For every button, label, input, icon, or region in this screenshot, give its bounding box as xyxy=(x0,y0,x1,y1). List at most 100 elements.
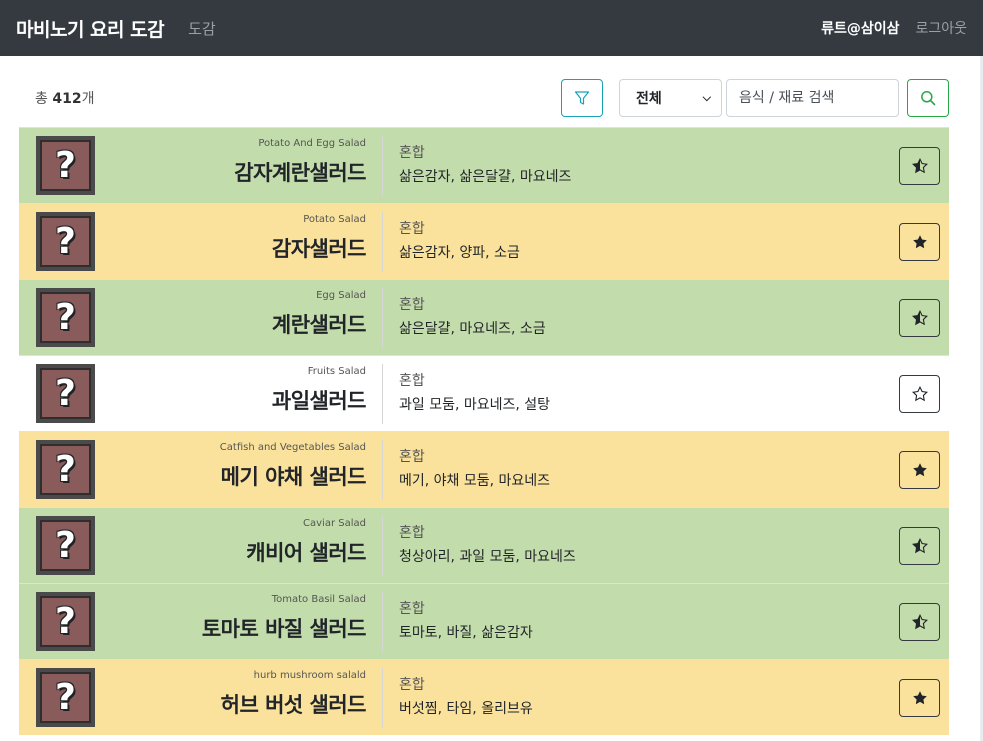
recipe-name-ko[interactable]: 감자샐러드 xyxy=(119,233,367,263)
recipe-thumbnail: ? xyxy=(36,364,95,423)
recipe-names: hurb mushroom salald 허브 버섯 샐러드 xyxy=(119,670,367,719)
question-mark-icon: ? xyxy=(40,520,91,571)
favorite-button[interactable] xyxy=(899,527,940,565)
recipe-names: Potato Salad 감자샐러드 xyxy=(119,214,367,263)
recipe-ingredients: 삶은달걀, 마요네즈, 소금 xyxy=(399,321,546,337)
recipe-category: 혼합 xyxy=(399,373,425,389)
star-outline-icon xyxy=(911,386,928,402)
recipe-name-en: Potato And Egg Salad xyxy=(258,138,366,149)
recipe-names: Potato And Egg Salad 감자계란샐러드 xyxy=(119,138,366,187)
search-button[interactable] xyxy=(907,79,949,117)
favorite-button[interactable] xyxy=(899,451,940,489)
recipe-name-ko[interactable]: 계란샐러드 xyxy=(119,309,367,339)
recipe-row[interactable]: ? Fruits Salad 과일샐러드 혼합과일 모둠, 마요네즈, 설탕 xyxy=(19,355,949,431)
star-filled-icon xyxy=(912,234,928,250)
recipe-name-en: Caviar Salad xyxy=(303,518,366,529)
question-mark-icon: ? xyxy=(40,596,91,647)
recipe-names: Tomato Basil Salad 토마토 바질 샐러드 xyxy=(119,594,367,643)
top-navbar: 마비노기 요리 도감 도감 류트@삼이삼 로그아웃 xyxy=(0,0,983,56)
recipe-ingredients: 토마토, 바질, 삶은감자 xyxy=(399,625,533,641)
recipe-ingredients: 청상아리, 과일 모둠, 마요네즈 xyxy=(399,549,576,565)
row-divider xyxy=(382,136,383,196)
recipe-thumbnail: ? xyxy=(36,212,95,271)
recipe-thumbnail: ? xyxy=(36,668,95,727)
recipe-ingredients: 과일 모둠, 마요네즈, 설탕 xyxy=(399,397,551,413)
recipe-row[interactable]: ? Potato And Egg Salad 감자계란샐러드 혼합삶은감자, 삶은달걀… xyxy=(19,127,949,203)
recipe-thumbnail: ? xyxy=(36,136,95,195)
recipe-names: Catfish and Vegetables Salad 메기 야채 샐러드 xyxy=(119,442,367,491)
recipe-name-en: Tomato Basil Salad xyxy=(271,594,366,605)
filter-button[interactable] xyxy=(561,79,603,117)
recipe-thumbnail: ? xyxy=(36,516,95,575)
favorite-button[interactable] xyxy=(899,679,940,717)
row-divider xyxy=(382,212,383,272)
recipe-ingredients: 버섯찜, 타임, 올리브유 xyxy=(399,701,533,717)
recipe-name-en: hurb mushroom salald xyxy=(253,670,366,681)
star-filled-icon xyxy=(912,690,928,706)
recipe-row[interactable]: ? Caviar Salad 캐비어 샐러드 혼합청상아리, 과일 모둠, 마요네즈 xyxy=(19,507,949,583)
question-mark-icon: ? xyxy=(40,672,91,723)
search-input[interactable] xyxy=(726,79,899,117)
recipe-category: 혼합 xyxy=(399,525,425,541)
favorite-button[interactable] xyxy=(899,223,940,261)
favorite-button[interactable] xyxy=(899,147,940,185)
recipe-name-en: Potato Salad xyxy=(303,214,366,225)
recipe-name-en: Catfish and Vegetables Salad xyxy=(219,442,366,453)
star-half-icon xyxy=(911,158,928,174)
recipe-thumbnail: ? xyxy=(36,592,95,651)
total-count-label: 총 412개 xyxy=(35,88,94,108)
recipe-names: Egg Salad 계란샐러드 xyxy=(119,290,367,339)
logout-link[interactable]: 로그아웃 xyxy=(915,18,967,38)
recipe-thumbnail: ? xyxy=(36,288,95,347)
row-divider xyxy=(382,288,383,348)
question-mark-icon: ? xyxy=(40,368,91,419)
recipe-category: 혼합 xyxy=(399,601,425,617)
row-divider xyxy=(382,440,383,500)
favorite-button[interactable] xyxy=(899,603,940,641)
star-half-icon xyxy=(911,614,928,630)
recipe-list: ? Potato And Egg Salad 감자계란샐러드 혼합 삶은감자, 삶은달걀… xyxy=(19,127,949,735)
star-half-icon xyxy=(911,310,928,326)
filter-icon xyxy=(574,91,590,105)
category-select[interactable]: 전체 ⌵ xyxy=(619,79,722,117)
star-filled-icon xyxy=(912,462,928,478)
row-divider xyxy=(382,516,383,576)
recipe-name-ko[interactable]: 과일샐러드 xyxy=(119,385,367,415)
recipe-names: Fruits Salad 과일샐러드 xyxy=(119,366,367,415)
recipe-row[interactable]: ? Catfish and Vegetables Salad 메기 야채 샐러드 혼합… xyxy=(19,431,949,507)
recipe-name-ko[interactable]: 캐비어 샐러드 xyxy=(119,537,366,567)
star-half-icon xyxy=(911,538,928,554)
recipe-row[interactable]: ? hurb mushroom salald 허브 버섯 샐러드 혼합버섯찜, 타임,… xyxy=(19,659,949,735)
recipe-name-ko[interactable]: 허브 버섯 샐러드 xyxy=(119,689,367,719)
favorite-button[interactable] xyxy=(899,375,940,413)
recipe-category: 혼합 xyxy=(399,449,425,465)
recipe-category: 혼합 xyxy=(399,145,425,161)
brand-title[interactable]: 마비노기 요리 도감 xyxy=(16,15,165,42)
favorite-button[interactable] xyxy=(899,299,940,337)
question-mark-icon: ? xyxy=(40,140,91,191)
user-name[interactable]: 류트@삼이삼 xyxy=(821,18,899,38)
search-icon xyxy=(921,91,936,106)
recipe-category: 혼합 xyxy=(399,677,425,693)
question-mark-icon: ? xyxy=(40,292,91,343)
recipe-ingredients: 삶은감자, 양파, 소금 xyxy=(399,245,520,261)
row-divider xyxy=(382,592,383,652)
question-mark-icon: ? xyxy=(40,216,91,267)
recipe-name-ko[interactable]: 메기 야채 샐러드 xyxy=(119,461,367,491)
recipe-name-ko[interactable]: 토마토 바질 샐러드 xyxy=(119,613,367,643)
recipe-row[interactable]: ? Tomato Basil Salad 토마토 바질 샐러드 혼합토마토, 바질, … xyxy=(19,583,949,659)
nav-link-dogam[interactable]: 도감 xyxy=(188,18,216,39)
total-suffix: 개 xyxy=(81,91,95,107)
total-count: 412 xyxy=(52,91,82,107)
recipe-ingredients: 삶은감자, 삶은달걀, 마요네즈 xyxy=(399,169,572,185)
recipe-name-en: Fruits Salad xyxy=(307,366,366,377)
question-mark-icon: ? xyxy=(40,444,91,495)
recipe-thumbnail: ? xyxy=(36,440,95,499)
recipe-name-ko[interactable]: 감자계란샐러드 xyxy=(119,157,366,187)
recipe-row[interactable]: ? Egg Salad 계란샐러드 혼합 삶은달걀, 마요네즈, 소금 xyxy=(19,279,949,355)
recipe-name-en: Egg Salad xyxy=(316,290,366,301)
row-divider xyxy=(382,668,383,728)
recipe-row[interactable]: ? Potato Salad 감자샐러드 혼합삶은감자, 양파, 소금 xyxy=(19,203,949,279)
recipe-category: 혼합 xyxy=(399,221,425,237)
recipe-ingredients: 메기, 야채 모둠, 마요네즈 xyxy=(399,473,551,489)
